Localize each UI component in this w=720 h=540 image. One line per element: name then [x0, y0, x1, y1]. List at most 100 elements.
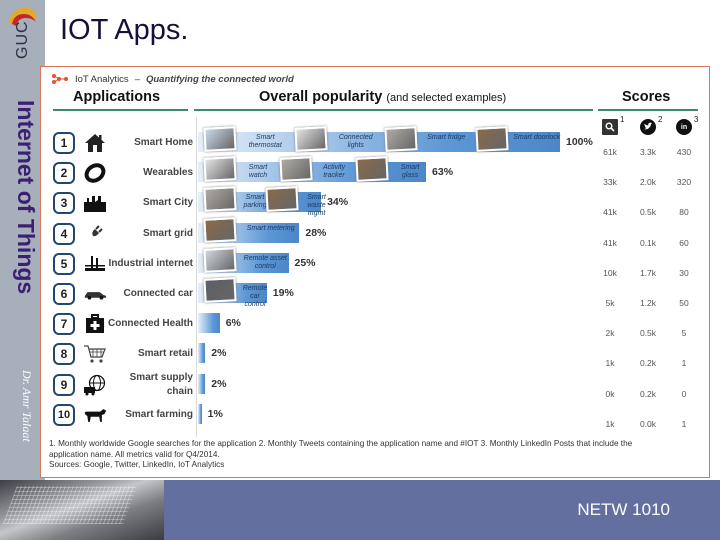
application-row: 7 Connected Health: [53, 310, 193, 338]
application-label: Connected Health: [107, 318, 193, 330]
score-google: 33k: [603, 177, 617, 188]
popularity-value-label: 100%: [566, 136, 593, 148]
example-thumbnail: [384, 126, 418, 152]
rank-badge: 4: [53, 222, 75, 245]
score-twitter: 0.5k: [639, 207, 657, 218]
score-twitter: 1.2k: [639, 298, 657, 308]
score-linkedin: 1: [681, 358, 687, 369]
linkedin-icon: in: [676, 119, 692, 135]
scores-header: Scores: [622, 89, 671, 105]
score-linkedin: 430: [676, 147, 692, 157]
score-twitter: 2.0k: [639, 177, 657, 188]
example-label: Remote car control: [242, 285, 268, 308]
score-linkedin: 0: [681, 388, 687, 399]
example-thumbnail: [203, 186, 237, 213]
example-label: Activity tracker: [322, 164, 346, 180]
score-sup-1: 1: [620, 115, 625, 124]
example-thumbnail: [264, 186, 299, 213]
application-label: Wearables: [143, 167, 193, 179]
footnote: 1. Monthly worldwide Google searches for…: [49, 439, 689, 471]
iot-infographic: IoT Analytics – Quantifying the connecte…: [40, 66, 710, 478]
popularity-bar: [198, 343, 206, 364]
example-label: Smart doorlock: [513, 134, 561, 141]
score-linkedin: 5: [681, 328, 687, 339]
popularity-value-label: 34%: [327, 196, 349, 209]
application-label: Smart supply chain: [129, 371, 193, 397]
rank-badge: 1: [53, 132, 75, 154]
iot-analytics-logo-icon: [52, 74, 68, 84]
score-google: 1k: [605, 418, 615, 429]
example-thumbnail: [474, 126, 509, 152]
popularity-header-text: Overall popularity: [259, 89, 383, 105]
application-row: 10 Smart farming: [53, 401, 193, 429]
application-label: Smart Home: [134, 137, 193, 148]
application-label: Smart City: [142, 197, 193, 209]
popularity-header-sub: (and selected examples): [386, 92, 507, 104]
rank-badge: 2: [53, 162, 75, 185]
example-thumbnail: [355, 156, 389, 183]
popularity-rule: [194, 109, 593, 111]
score-twitter: 0.2k: [639, 358, 657, 369]
popularity-value-label: 2%: [211, 377, 227, 390]
footnote-line-2: application name. All metrics valid for …: [49, 449, 220, 459]
popularity-bar: [198, 313, 220, 334]
example-label: Remote asset control: [243, 254, 287, 270]
brand-line: IoT Analytics – Quantifying the connecte…: [51, 73, 294, 85]
score-linkedin: 320: [676, 177, 692, 188]
application-row: 8 Smart retail: [53, 340, 193, 368]
circuit-board-photo: [0, 480, 164, 540]
scores-rule: [598, 109, 698, 111]
brand-name: IoT Analytics: [75, 73, 129, 85]
popularity-header: Overall popularity (and selected example…: [259, 89, 506, 105]
score-twitter: 1.7k: [639, 267, 657, 278]
score-linkedin: 30: [679, 267, 689, 278]
score-google: 61k: [603, 147, 617, 157]
application-row: 6 Connected car: [53, 280, 193, 308]
popularity-value-label: 1%: [207, 407, 223, 420]
score-google: 1k: [605, 358, 615, 369]
application-label: Smart retail: [137, 348, 193, 360]
score-google: 0k: [605, 388, 615, 399]
score-google: 2k: [605, 328, 615, 339]
left-sidebar-band: GUC Internet of Things Dr. Amr Talaat: [0, 0, 45, 480]
popularity-bar: [198, 373, 206, 394]
application-row: 5 Industrial internet: [53, 250, 193, 278]
application-row: 3 Smart City: [53, 189, 193, 217]
popularity-value-label: 63%: [432, 166, 454, 179]
popularity-value-label: 25%: [294, 256, 316, 269]
popularity-value-label: 2%: [211, 347, 227, 360]
score-sup-3: 3: [694, 115, 699, 124]
vertical-course-title: Internet of Things: [13, 100, 39, 295]
rank-badge: 6: [53, 283, 75, 305]
applications-rule: [53, 109, 188, 111]
footnote-line-3: Sources: Google, Twitter, LinkedIn, IoT …: [49, 460, 225, 469]
footnote-line-1: 1. Monthly worldwide Google searches for…: [49, 439, 633, 448]
example-thumbnail: [203, 156, 237, 183]
search-icon: [602, 119, 618, 135]
popularity-bar: [198, 403, 202, 424]
twitter-icon: [640, 119, 656, 135]
score-linkedin: 50: [679, 298, 689, 308]
score-twitter: 0.5k: [639, 328, 657, 339]
author-name: Dr. Amr Talaat: [20, 370, 34, 442]
score-google: 41k: [603, 207, 617, 218]
score-linkedin: 60: [679, 237, 689, 248]
rank-badge: 9: [53, 373, 75, 396]
score-twitter: 0.0k: [639, 418, 657, 429]
example-thumbnail: [293, 126, 328, 152]
logo-text: GUC: [14, 20, 31, 60]
application-label: Smart grid: [142, 227, 193, 239]
brand-tagline: Quantifying the connected world: [145, 73, 294, 85]
example-label: Smart thermostat: [248, 134, 282, 149]
rank-badge: 3: [53, 192, 75, 215]
application-label: Smart farming: [125, 408, 193, 420]
example-thumbnail: [203, 126, 237, 152]
score-twitter: 0.1k: [639, 237, 657, 248]
application-row: 9 Smart supply chain: [53, 371, 193, 399]
application-label: Connected car: [123, 288, 193, 299]
score-sup-2: 2: [658, 115, 663, 124]
score-twitter: 0.2k: [639, 388, 657, 399]
course-code: NETW 1010: [577, 500, 670, 519]
example-thumbnail: [279, 156, 313, 183]
applications-header: Applications: [73, 89, 161, 105]
